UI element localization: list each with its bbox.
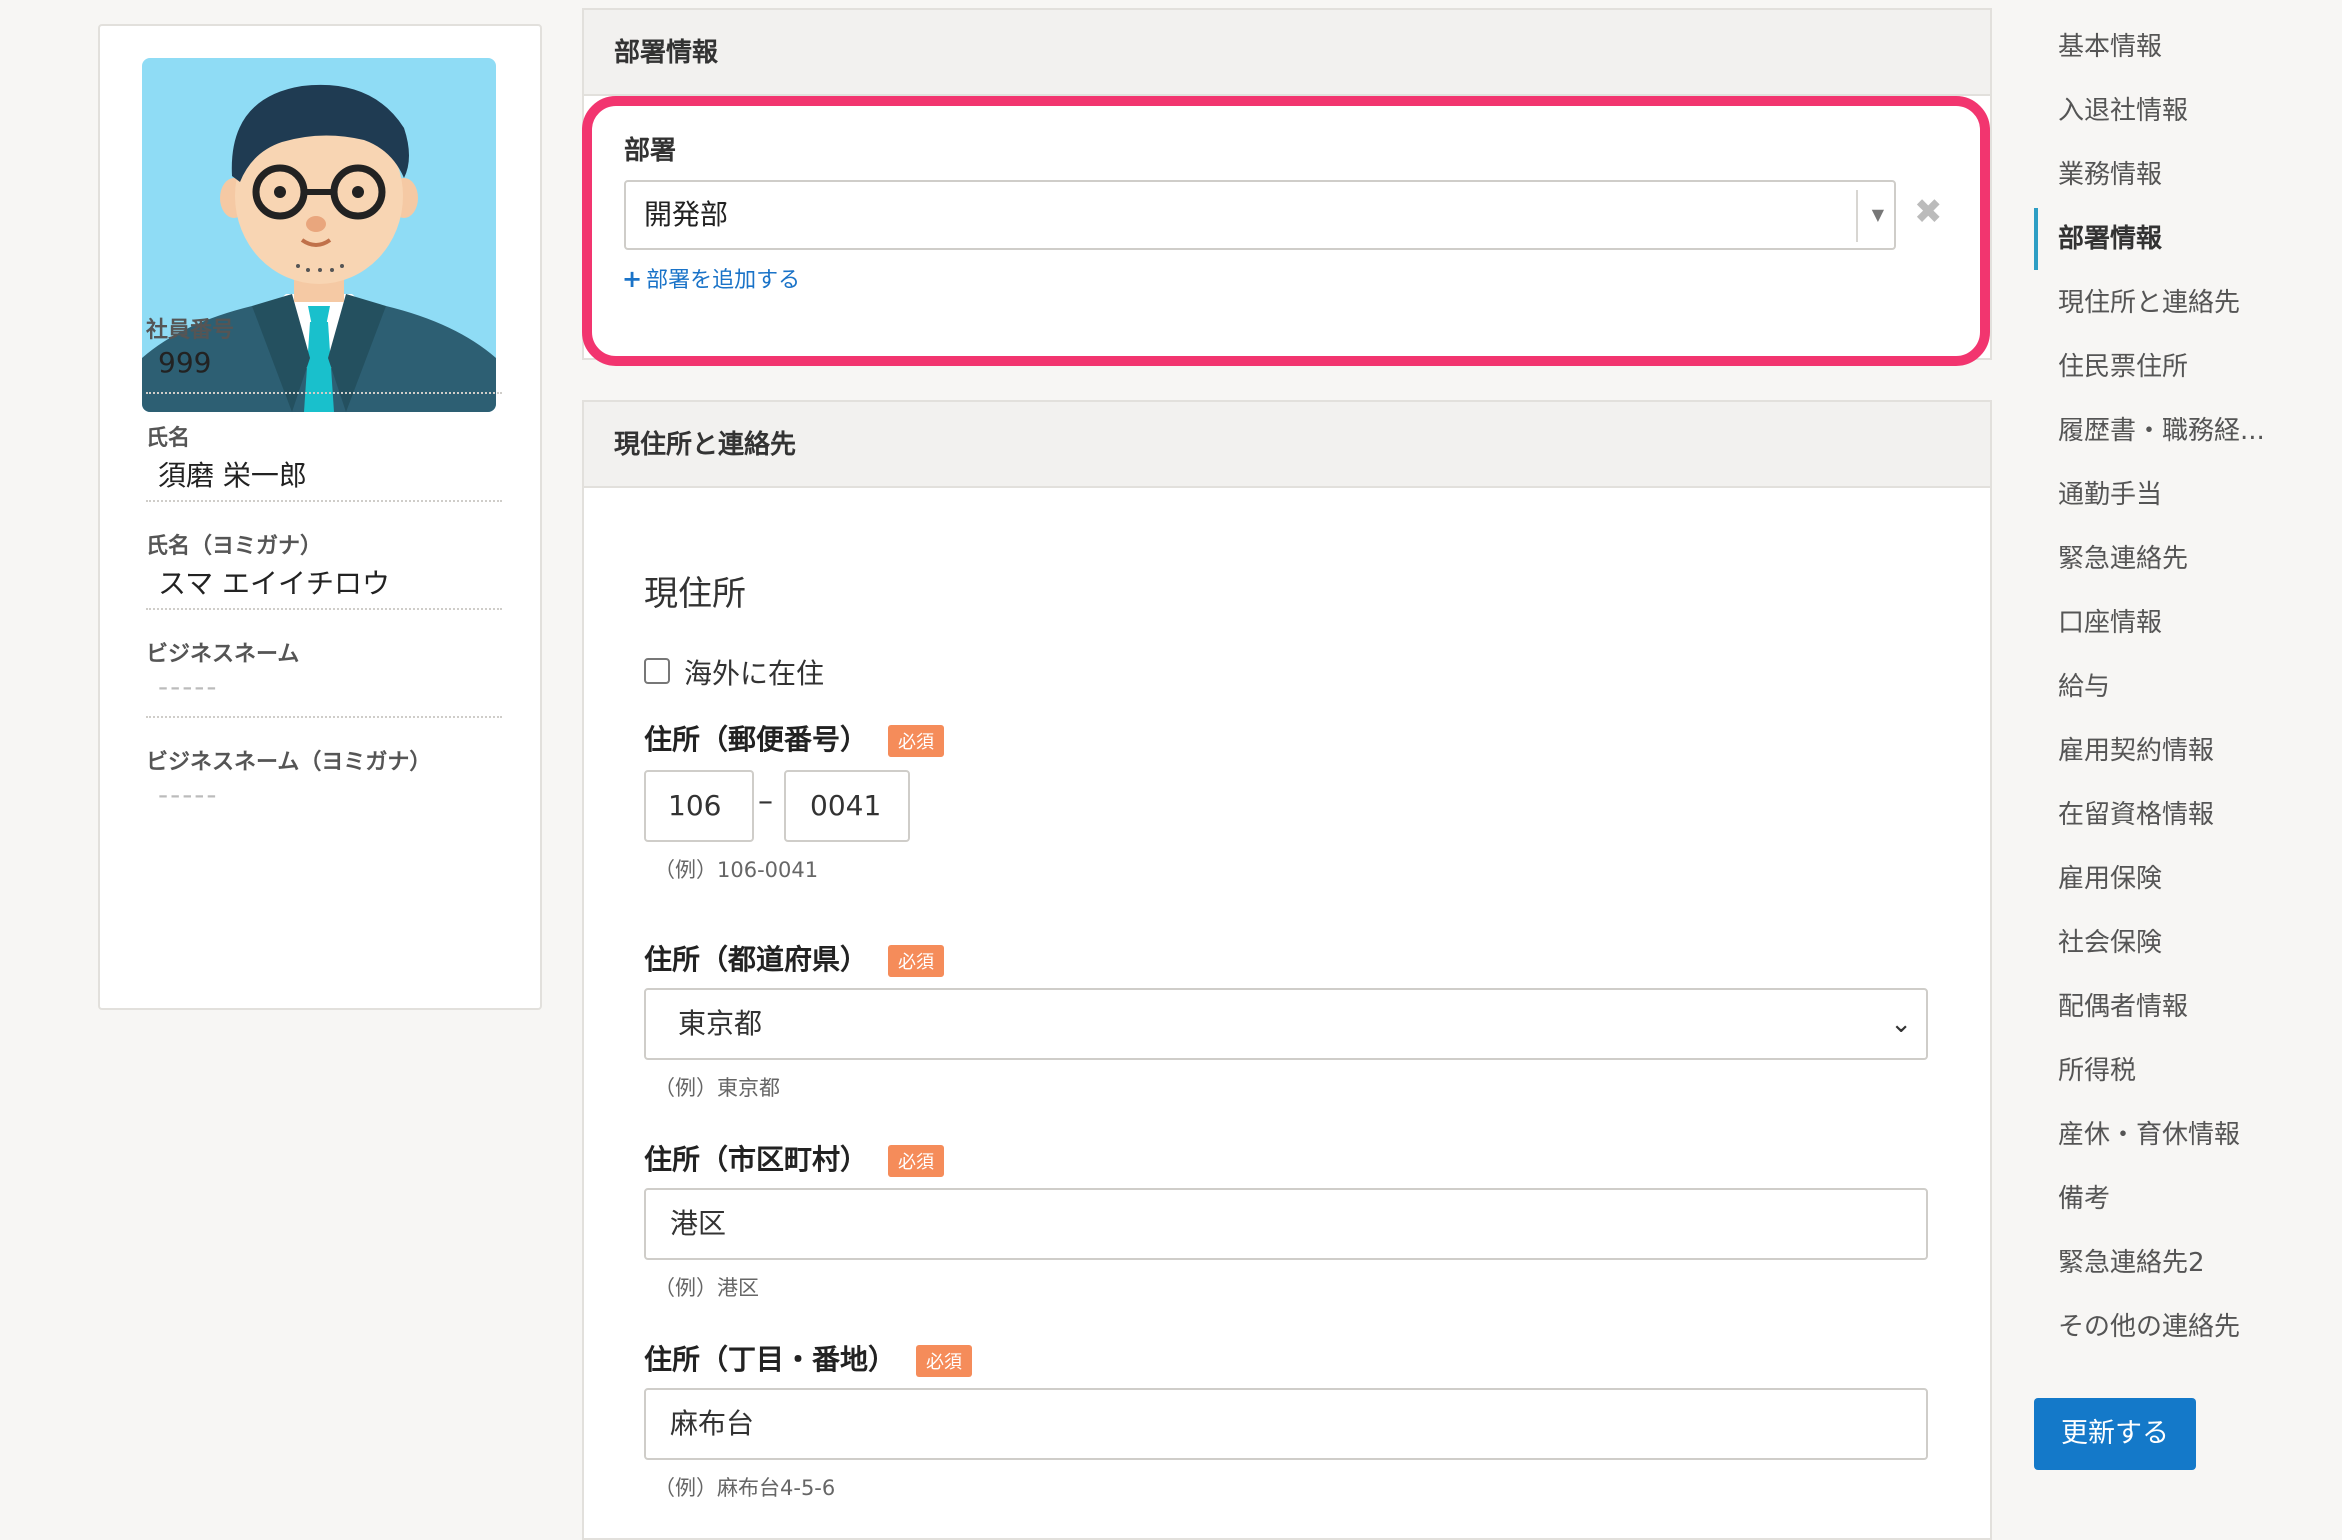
- city-input[interactable]: 港区: [644, 1188, 1928, 1260]
- street-input[interactable]: 麻布台: [644, 1388, 1928, 1460]
- nav-item-employment-insurance[interactable]: 雇用保険: [2058, 858, 2162, 895]
- city-label: 住所（市区町村） 必須: [644, 1138, 945, 1178]
- required-badge: 必須: [888, 945, 945, 977]
- update-button[interactable]: 更新する: [2034, 1398, 2196, 1470]
- street-label-text: 住所（丁目・番地）: [644, 1343, 897, 1376]
- prefecture-hint: （例）東京都: [654, 1076, 780, 1100]
- nav-item-income-tax[interactable]: 所得税: [2058, 1050, 2136, 1087]
- department-label: 部署: [624, 136, 677, 166]
- field-label: 社員番号: [146, 318, 235, 343]
- nav-item-maternity-leave[interactable]: 産休・育休情報: [2058, 1114, 2240, 1151]
- nav-item-employment-contract[interactable]: 雇用契約情報: [2058, 730, 2214, 767]
- street-hint: （例）麻布台4-5-6: [654, 1476, 836, 1500]
- field-label: ビジネスネーム: [146, 642, 300, 667]
- nav-item-hire-leave[interactable]: 入退社情報: [2058, 90, 2188, 127]
- field-business-name: ビジネスネーム -----: [146, 636, 502, 718]
- required-badge: 必須: [916, 1345, 973, 1377]
- nav-item-bank-account[interactable]: 口座情報: [2058, 602, 2162, 639]
- city-hint: （例）港区: [654, 1276, 759, 1300]
- field-label: 氏名（ヨミガナ）: [146, 534, 323, 559]
- postal-dash: –: [758, 784, 773, 819]
- postal-code-hint: （例）106-0041: [654, 858, 819, 882]
- nav-item-social-insurance[interactable]: 社会保険: [2058, 922, 2162, 959]
- employee-number-value: 999: [158, 346, 212, 379]
- postal-code-label-text: 住所（郵便番号）: [644, 723, 869, 756]
- nav-item-commute[interactable]: 通勤手当: [2058, 474, 2162, 511]
- postal-code-input-1[interactable]: 106: [644, 770, 754, 842]
- field-name-kana: 氏名（ヨミガナ） スマ エイイチロウ: [146, 528, 502, 610]
- nav-active-indicator: [2034, 208, 2038, 270]
- nav-item-notes[interactable]: 備考: [2058, 1178, 2110, 1215]
- address-subtitle: 現住所: [644, 574, 746, 614]
- name-kana-value: スマ エイイチロウ: [158, 567, 391, 600]
- nav-item-emergency-contact-2[interactable]: 緊急連絡先2: [2058, 1242, 2205, 1279]
- nav-item-emergency-contact[interactable]: 緊急連絡先: [2058, 538, 2188, 575]
- department-select[interactable]: 開発部 ▼: [624, 180, 1896, 250]
- nav-item-work-info[interactable]: 業務情報: [2058, 154, 2162, 191]
- required-badge: 必須: [888, 725, 945, 757]
- nav-item-spouse[interactable]: 配偶者情報: [2058, 986, 2188, 1023]
- prefecture-label: 住所（都道府県） 必須: [644, 938, 945, 978]
- street-label: 住所（丁目・番地） 必須: [644, 1338, 973, 1378]
- business-name-value: -----: [158, 670, 219, 703]
- add-department-link[interactable]: + 部署を追加する: [622, 262, 800, 294]
- plus-icon: +: [622, 265, 643, 293]
- chevron-down-icon: ⌄: [1890, 1009, 1912, 1039]
- caret-down-icon[interactable]: ▼: [1872, 182, 1884, 248]
- nav-item-basic-info[interactable]: 基本情報: [2058, 26, 2162, 63]
- nav-item-other-contacts[interactable]: その他の連絡先: [2058, 1306, 2240, 1343]
- prefecture-select-value: 東京都: [678, 1007, 763, 1040]
- overseas-checkbox[interactable]: [644, 658, 670, 684]
- field-employee-number: 社員番号 999: [146, 312, 502, 394]
- nav-item-salary[interactable]: 給与: [2058, 666, 2110, 703]
- nav-item-address-contact[interactable]: 現住所と連絡先: [2058, 282, 2240, 319]
- nav-item-residence-status[interactable]: 在留資格情報: [2058, 794, 2214, 831]
- nav-item-department[interactable]: 部署情報: [2058, 218, 2162, 255]
- prefecture-select[interactable]: 東京都 ⌄: [644, 988, 1928, 1060]
- close-icon[interactable]: ✖: [1914, 192, 1943, 232]
- nav-item-resident-address[interactable]: 住民票住所: [2058, 346, 2188, 383]
- name-value: 須磨 栄一郎: [158, 459, 307, 492]
- section-header: 現住所と連絡先: [584, 402, 1990, 488]
- nav-item-resume[interactable]: 履歴書・職務経...: [2058, 410, 2265, 447]
- field-name: 氏名 須磨 栄一郎: [146, 420, 502, 502]
- add-department-label: 部署を追加する: [646, 268, 801, 293]
- business-name-kana-value: -----: [158, 778, 219, 811]
- postal-code-input-2[interactable]: 0041: [784, 770, 910, 842]
- required-badge: 必須: [888, 1145, 945, 1177]
- field-label: ビジネスネーム（ヨミガナ）: [146, 750, 432, 775]
- prefecture-label-text: 住所（都道府県）: [644, 943, 869, 976]
- city-label-text: 住所（市区町村）: [644, 1143, 869, 1176]
- postal-code-label: 住所（郵便番号） 必須: [644, 718, 945, 758]
- select-divider: [1856, 190, 1858, 242]
- field-business-name-kana: ビジネスネーム（ヨミガナ） -----: [146, 744, 502, 826]
- section-header: 部署情報: [584, 10, 1990, 96]
- overseas-checkbox-label[interactable]: 海外に在住: [684, 652, 824, 692]
- department-select-value: 開発部: [644, 198, 729, 231]
- field-label: 氏名: [146, 426, 191, 451]
- profile-card: 社員番号 999 氏名 須磨 栄一郎 氏名（ヨミガナ） スマ エイイチロウ ビジ…: [98, 24, 542, 1010]
